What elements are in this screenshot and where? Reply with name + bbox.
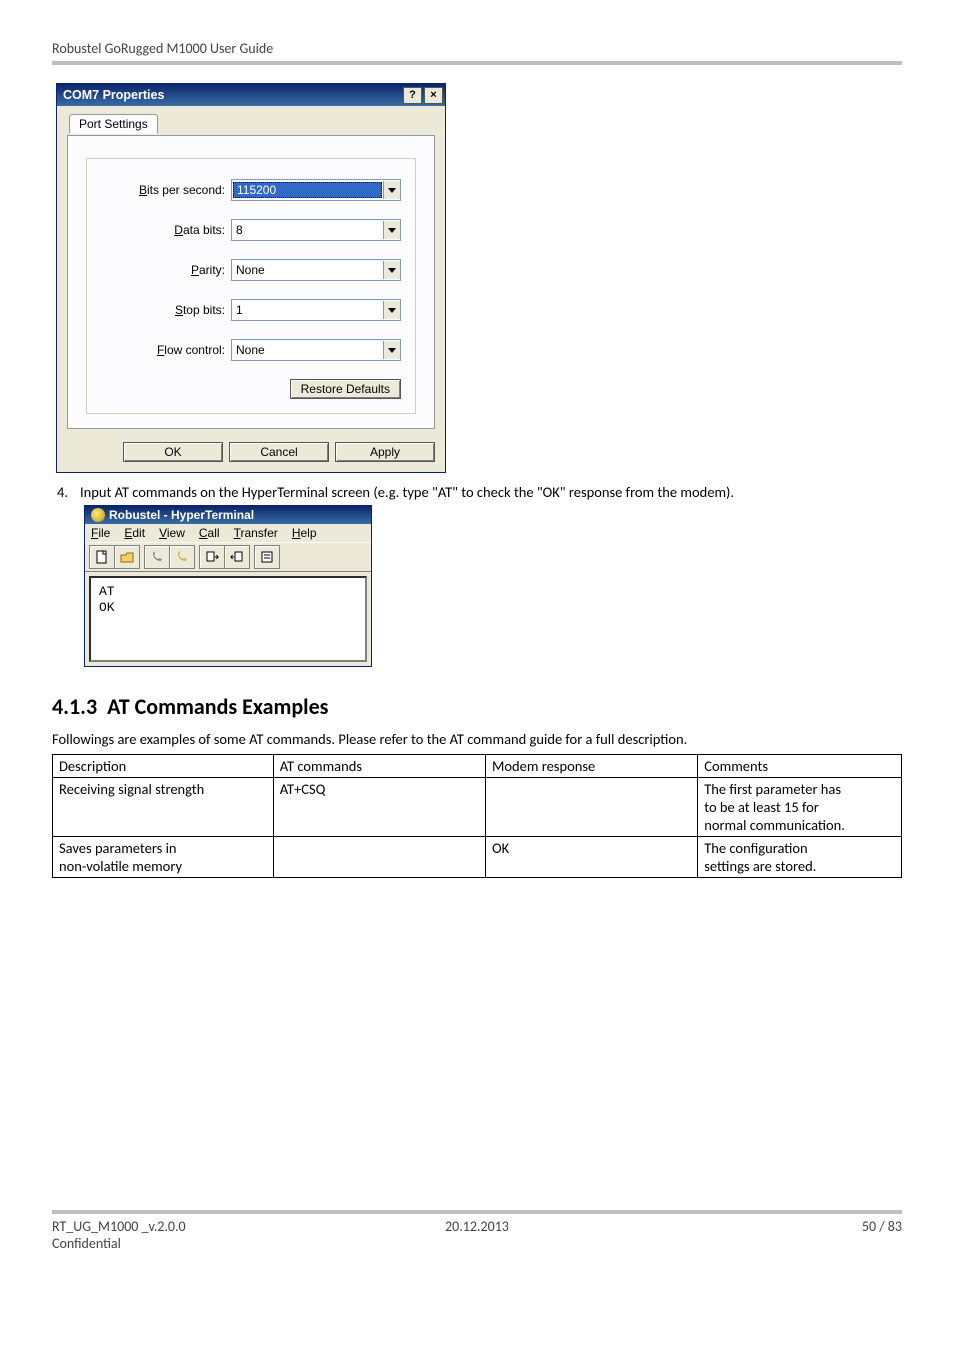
stop-bits-value: 1 xyxy=(232,303,383,317)
footer-divider xyxy=(52,1210,902,1214)
receive-icon[interactable] xyxy=(224,545,250,569)
send-icon[interactable] xyxy=(199,545,225,569)
col-command: AT commands xyxy=(273,755,485,778)
section-heading: 4.1.3 AT Commands Examples xyxy=(52,693,902,720)
chevron-down-icon[interactable] xyxy=(383,221,400,239)
footer-page-number: 50 / 83 xyxy=(619,1218,902,1235)
menu-view[interactable]: View xyxy=(159,526,185,540)
col-comments: Comments xyxy=(698,755,902,778)
footer-date: 20.12.2013 xyxy=(335,1218,618,1235)
cell-comments: The first parameter has to be at least 1… xyxy=(698,778,902,837)
tab-port-settings[interactable]: Port Settings xyxy=(69,114,158,134)
hyperterminal-window: Robustel - HyperTerminal File Edit View … xyxy=(84,505,372,667)
data-bits-select[interactable]: 8 xyxy=(231,219,401,241)
parity-value: None xyxy=(232,263,383,277)
menu-transfer[interactable]: Transfer xyxy=(234,526,278,540)
footer-confidential: Confidential xyxy=(52,1235,335,1252)
cancel-button[interactable]: Cancel xyxy=(229,442,329,462)
chevron-down-icon[interactable] xyxy=(383,301,400,319)
menu-call[interactable]: Call xyxy=(199,526,220,540)
chevron-down-icon[interactable] xyxy=(383,181,400,199)
step-text: Input AT commands on the HyperTerminal s… xyxy=(80,483,734,501)
page-header: Robustel GoRugged M1000 User Guide xyxy=(52,40,902,57)
label-data-bits: Data bits: xyxy=(101,223,231,237)
help-icon[interactable]: ? xyxy=(403,87,422,104)
table-row: Receiving signal strength AT+CSQ The fir… xyxy=(53,778,902,837)
stop-bits-select[interactable]: 1 xyxy=(231,299,401,321)
ht-toolbar xyxy=(85,542,371,572)
call-icon[interactable] xyxy=(144,545,170,569)
ht-titlebar[interactable]: Robustel - HyperTerminal xyxy=(85,506,371,524)
menu-file[interactable]: File xyxy=(91,526,110,540)
cell-description: Receiving signal strength xyxy=(53,778,274,837)
table-intro: Followings are examples of some AT comma… xyxy=(52,730,902,748)
ok-button[interactable]: OK xyxy=(123,442,223,462)
data-bits-value: 8 xyxy=(232,223,383,237)
restore-defaults-button[interactable]: Restore Defaults xyxy=(290,379,401,399)
close-icon[interactable]: × xyxy=(424,87,443,104)
term-line: OK xyxy=(99,600,357,616)
term-line: AT xyxy=(99,584,357,600)
tab-page: Bits per second: 115200 Data bits: 8 xyxy=(67,135,435,429)
cell-command: AT+CSQ xyxy=(273,778,485,837)
label-stop-bits: Stop bits: xyxy=(101,303,231,317)
chevron-down-icon[interactable] xyxy=(383,341,400,359)
table-header-row: Description AT commands Modem response C… xyxy=(53,755,902,778)
dialog-title: COM7 Properties xyxy=(63,88,164,102)
bits-per-second-value: 115200 xyxy=(233,182,382,198)
com-properties-dialog: COM7 Properties ? × Port Settings Bits p… xyxy=(56,83,446,473)
cell-response: OK xyxy=(485,837,697,878)
cell-comments: The configuration settings are stored. xyxy=(698,837,902,878)
cell-description: Saves parameters in non-volatile memory xyxy=(53,837,274,878)
new-icon[interactable] xyxy=(89,545,115,569)
open-icon[interactable] xyxy=(114,545,140,569)
step-4: 4. Input AT commands on the HyperTermina… xyxy=(52,483,902,501)
flow-control-select[interactable]: None xyxy=(231,339,401,361)
chevron-down-icon[interactable] xyxy=(383,261,400,279)
step-number: 4. xyxy=(52,483,68,501)
settings-group: Bits per second: 115200 Data bits: 8 xyxy=(86,158,416,414)
properties-icon[interactable] xyxy=(254,545,280,569)
cell-response xyxy=(485,778,697,837)
apply-button[interactable]: Apply xyxy=(335,442,435,462)
flow-control-value: None xyxy=(232,343,383,357)
col-description: Description xyxy=(53,755,274,778)
bits-per-second-select[interactable]: 115200 xyxy=(231,179,401,201)
terminal-output[interactable]: AT OK xyxy=(89,576,367,662)
page-footer: RT_UG_M1000 _v.2.0.0 20.12.2013 50 / 83 … xyxy=(52,1210,902,1252)
col-response: Modem response xyxy=(485,755,697,778)
label-parity: Parity: xyxy=(101,263,231,277)
ht-title-text: Robustel - HyperTerminal xyxy=(109,508,254,522)
table-row: Saves parameters in non-volatile memory … xyxy=(53,837,902,878)
footer-doc-id: RT_UG_M1000 _v.2.0.0 xyxy=(52,1218,335,1235)
parity-select[interactable]: None xyxy=(231,259,401,281)
ht-menubar: File Edit View Call Transfer Help xyxy=(85,524,371,542)
ht-app-icon xyxy=(91,508,105,522)
label-flow-control: Flow control: xyxy=(101,343,231,357)
dialog-titlebar[interactable]: COM7 Properties ? × xyxy=(57,84,445,106)
header-divider xyxy=(52,61,902,65)
cell-command xyxy=(273,837,485,878)
menu-help[interactable]: Help xyxy=(292,526,317,540)
disconnect-icon[interactable] xyxy=(169,545,195,569)
label-bits-per-second: Bits per second: xyxy=(101,183,231,197)
at-commands-table: Description AT commands Modem response C… xyxy=(52,754,902,878)
menu-edit[interactable]: Edit xyxy=(124,526,145,540)
